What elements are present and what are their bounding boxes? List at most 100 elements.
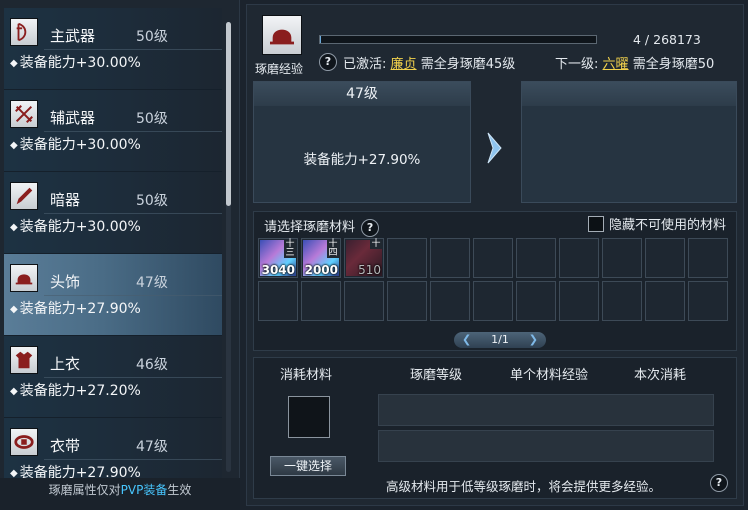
- slot-bonus: ◆ 装备能力+30.00%: [10, 219, 141, 235]
- pvp-note: 琢磨属性仅对PVP装备生效: [0, 478, 240, 510]
- divider: [44, 459, 222, 460]
- consume-row: [378, 394, 714, 426]
- item-tier-tag: 十: [370, 239, 382, 249]
- material-grid: 十三 3040 十四 2000 十 510: [258, 238, 734, 321]
- material-slot-empty[interactable]: [559, 238, 599, 278]
- next-level-info: 下一级: 六曜 需全身琢磨50: [555, 57, 715, 72]
- item-quantity: 2000: [304, 263, 338, 277]
- consume-row: [378, 430, 714, 462]
- slot-headwear[interactable]: 头饰 47级 ◆ 装备能力+27.90%: [4, 254, 222, 336]
- help-icon[interactable]: ?: [710, 474, 728, 492]
- material-slot-empty[interactable]: [344, 281, 384, 321]
- slot-level: 46级: [136, 357, 168, 373]
- hide-unusable-checkbox[interactable]: [587, 215, 604, 232]
- page-next-button[interactable]: ❯: [529, 332, 538, 348]
- slot-bonus: ◆ 装备能力+30.00%: [10, 55, 141, 71]
- material-title: 请选择琢磨材料?: [264, 216, 380, 237]
- col-level: 琢磨等级: [410, 368, 463, 383]
- page-prev-button[interactable]: ❮: [462, 332, 471, 348]
- material-slot-empty[interactable]: [258, 281, 298, 321]
- help-icon[interactable]: ?: [319, 53, 337, 71]
- exp-progress-bar: [319, 35, 597, 44]
- slot-bonus: ◆ 装备能力+27.90%: [10, 465, 141, 478]
- next-level-name[interactable]: 六曜: [603, 57, 629, 72]
- col-material: 消耗材料: [280, 368, 333, 383]
- exp-value: 4 / 268173: [633, 32, 701, 47]
- material-slot-empty[interactable]: [301, 281, 341, 321]
- refine-exp-label: 琢磨经验: [255, 62, 304, 76]
- divider: [44, 295, 222, 296]
- material-slot-empty[interactable]: [645, 238, 685, 278]
- robe-icon: [10, 346, 38, 374]
- one-click-select-button[interactable]: 一键选择: [270, 456, 346, 476]
- slot-top[interactable]: 上衣 46级 ◆ 装备能力+27.20%: [4, 336, 222, 418]
- item-quantity: 510: [358, 263, 381, 277]
- material-slot-empty[interactable]: [387, 238, 427, 278]
- material-slot-empty[interactable]: [430, 238, 470, 278]
- item-quantity: 3040: [261, 263, 295, 277]
- item-tier-tag: 十三: [284, 239, 296, 258]
- material-slot-empty[interactable]: [473, 238, 513, 278]
- slot-name: 衣带: [50, 437, 81, 455]
- activated-info: 已激活: 廉贞 需全身琢磨45级: [343, 57, 516, 72]
- divider: [44, 49, 222, 50]
- material-slot-empty[interactable]: [473, 281, 513, 321]
- col-exp: 单个材料经验: [510, 368, 589, 383]
- hint-text: 高级材料用于低等级琢磨时，将会提供更多经验。: [386, 479, 662, 494]
- material-slot-empty[interactable]: [430, 281, 470, 321]
- slot-name: 暗器: [50, 191, 81, 209]
- material-slot-empty[interactable]: [688, 281, 728, 321]
- slot-level: 47级: [136, 275, 168, 291]
- slot-level: 50级: [136, 111, 168, 127]
- slot-belt[interactable]: 衣带 47级 ◆ 装备能力+27.90%: [4, 418, 222, 478]
- equipment-panel: 主武器 50级 ◆ 装备能力+30.00% 辅武器 50级 ◆ 装备能力+30.00…: [0, 0, 240, 510]
- material-item[interactable]: 十 510: [344, 238, 384, 278]
- material-slot-empty[interactable]: [645, 281, 685, 321]
- material-slot-empty[interactable]: [516, 238, 556, 278]
- activated-name[interactable]: 廉贞: [391, 57, 417, 72]
- refine-panel: 琢磨经验 4 / 268173 ? 已激活: 廉贞 需全身琢磨45级 下一级: …: [246, 4, 744, 506]
- current-level-title: 47级: [254, 82, 470, 106]
- slot-sub-weapon[interactable]: 辅武器 50级 ◆ 装备能力+30.00%: [4, 90, 222, 172]
- helmet-icon: [10, 264, 38, 292]
- slot-name: 头饰: [50, 273, 81, 291]
- hide-unusable-label: 隐藏不可使用的材料: [608, 218, 726, 233]
- slot-bonus: ◆ 装备能力+27.20%: [10, 383, 141, 399]
- material-slot-empty[interactable]: [387, 281, 427, 321]
- helmet-icon: [262, 15, 302, 55]
- exp-progress-fill: [320, 36, 321, 43]
- consumption-panel: 消耗材料 琢磨等级 单个材料经验 本次消耗 一键选择 高级材料用于低等级琢磨时，…: [253, 357, 737, 499]
- slot-name: 辅武器: [50, 109, 96, 127]
- divider: [44, 131, 222, 132]
- divider: [44, 377, 222, 378]
- consume-material-slot[interactable]: [288, 396, 330, 438]
- material-item[interactable]: 十四 2000: [301, 238, 341, 278]
- divider: [44, 213, 222, 214]
- hide-unusable-option[interactable]: 隐藏不可使用的材料: [587, 214, 726, 233]
- help-icon[interactable]: ?: [361, 219, 380, 237]
- material-slot-empty[interactable]: [602, 238, 642, 278]
- pvp-highlight: PVP装备: [120, 483, 168, 497]
- material-slot-empty[interactable]: [559, 281, 599, 321]
- slot-name: 上衣: [50, 355, 81, 373]
- next-level-title: [522, 82, 736, 106]
- material-slot-empty[interactable]: [602, 281, 642, 321]
- material-slot-empty[interactable]: [516, 281, 556, 321]
- dart-icon: [10, 182, 38, 210]
- material-pager: ❮ 1/1 ❯: [454, 332, 546, 348]
- slot-bonus: ◆ 装备能力+27.90%: [10, 301, 141, 317]
- belt-icon: [10, 428, 38, 456]
- slot-main-weapon[interactable]: 主武器 50级 ◆ 装备能力+30.00%: [4, 8, 222, 90]
- slot-level: 50级: [136, 193, 168, 209]
- material-slot-empty[interactable]: [688, 238, 728, 278]
- refine-window: 主武器 50级 ◆ 装备能力+30.00% 辅武器 50级 ◆ 装备能力+30.00…: [0, 0, 748, 510]
- slot-name: 主武器: [50, 27, 96, 45]
- page-indicator: 1/1: [491, 333, 509, 346]
- item-tier-tag: 十四: [327, 239, 339, 258]
- material-item[interactable]: 十三 3040: [258, 238, 298, 278]
- equipment-slot-list: 主武器 50级 ◆ 装备能力+30.00% 辅武器 50级 ◆ 装备能力+30.00…: [4, 8, 222, 478]
- bow-icon: [10, 18, 38, 46]
- slot-hidden-weapon[interactable]: 暗器 50级 ◆ 装备能力+30.00%: [4, 172, 222, 254]
- scrollbar-thumb[interactable]: [226, 22, 231, 206]
- crossed-swords-icon: [10, 100, 38, 128]
